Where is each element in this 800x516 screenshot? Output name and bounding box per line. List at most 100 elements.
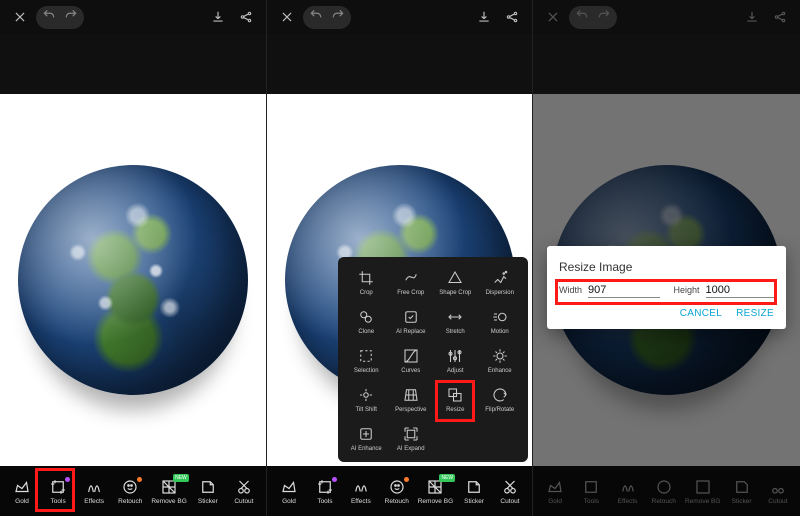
topbar xyxy=(533,0,800,34)
tool-label: Selection xyxy=(354,368,379,374)
tab-gold[interactable]: Gold xyxy=(7,478,37,505)
tool-label: Clone xyxy=(358,329,374,335)
tab-label: Cutout xyxy=(768,498,787,505)
panel-step3: Gold Tools Effects Retouch Remove BG Sti… xyxy=(532,0,800,516)
editor-canvas[interactable] xyxy=(0,94,266,466)
download-button[interactable] xyxy=(206,5,230,29)
undo-redo-group xyxy=(569,6,617,29)
tool-label: Enhance xyxy=(488,368,512,374)
tool-selection[interactable]: Selection xyxy=(344,343,389,378)
undo-icon[interactable] xyxy=(309,8,323,27)
tab-gold[interactable]: Gold xyxy=(274,478,304,505)
tool-label: AI Expand xyxy=(397,446,425,452)
tab-removebg[interactable]: NEWRemove BG xyxy=(418,478,453,505)
download-button xyxy=(740,5,764,29)
tab-label: Effects xyxy=(84,498,104,505)
tool-label: Curves xyxy=(401,368,420,374)
tool-adjust[interactable]: Adjust xyxy=(433,343,478,378)
dot-icon xyxy=(137,477,142,482)
cancel-button[interactable]: CANCEL xyxy=(680,308,722,319)
tab-label: Remove BG xyxy=(685,498,720,505)
tool-aiexpand[interactable]: AI Expand xyxy=(389,421,434,456)
tool-curves[interactable]: Curves xyxy=(389,343,434,378)
tab-removebg[interactable]: NEW Remove BG xyxy=(151,478,186,505)
undo-redo-group xyxy=(36,6,84,29)
tab-tools[interactable]: Tools xyxy=(310,478,340,505)
share-button[interactable] xyxy=(500,5,524,29)
download-button[interactable] xyxy=(472,5,496,29)
redo-icon[interactable] xyxy=(64,8,78,27)
tool-resize[interactable]: Resize xyxy=(433,382,478,417)
close-button[interactable] xyxy=(275,5,299,29)
tool-label: Motion xyxy=(491,329,509,335)
tool-label: Flip/Rotate xyxy=(485,407,514,413)
tool-perspective[interactable]: Perspective xyxy=(389,382,434,417)
tab-label: Effects xyxy=(351,498,371,505)
tab-sticker[interactable]: Sticker xyxy=(459,478,489,505)
tool-label: Tilt Shift xyxy=(356,407,377,413)
tab-label: Retouch xyxy=(385,498,409,505)
tool-freecrop[interactable]: Free Crop xyxy=(389,265,434,300)
undo-icon xyxy=(575,8,589,27)
tool-label: Dispersion xyxy=(486,290,514,296)
tab-label: Cutout xyxy=(234,498,253,505)
tab-removebg: Remove BG xyxy=(685,478,720,505)
tab-cutout[interactable]: Cutout xyxy=(495,478,525,505)
tool-tiltshift[interactable]: Tilt Shift xyxy=(344,382,389,417)
tool-motion[interactable]: Motion xyxy=(478,304,523,339)
tab-sticker[interactable]: Sticker xyxy=(193,478,223,505)
redo-icon[interactable] xyxy=(331,8,345,27)
tab-effects: Effects xyxy=(613,478,643,505)
resize-button[interactable]: RESIZE xyxy=(736,308,774,319)
tab-retouch[interactable]: Retouch xyxy=(115,478,145,505)
tool-label: AI Replace xyxy=(396,329,425,335)
tab-effects[interactable]: Effects xyxy=(79,478,109,505)
tab-label: Gold xyxy=(548,498,562,505)
share-button[interactable] xyxy=(234,5,258,29)
tool-dispersion[interactable]: Dispersion xyxy=(478,265,523,300)
tab-retouch[interactable]: Retouch xyxy=(382,478,412,505)
tab-label: Tools xyxy=(51,498,66,505)
close-button[interactable] xyxy=(541,5,565,29)
tab-cutout[interactable]: Cutout xyxy=(229,478,259,505)
tool-label: Shape Crop xyxy=(439,290,471,296)
earth-image xyxy=(18,165,248,395)
tool-aienhance[interactable]: AI Enhance xyxy=(344,421,389,456)
tab-label: Remove BG xyxy=(151,498,186,505)
undo-redo-group xyxy=(303,6,351,29)
bottom-toolbar: Gold Tools Effects Retouch NEW Remove BG… xyxy=(0,466,266,516)
tab-label: Sticker xyxy=(464,498,484,505)
height-field[interactable]: 1000 xyxy=(706,284,774,298)
dot-icon xyxy=(404,477,409,482)
tool-shapecrop[interactable]: Shape Crop xyxy=(433,265,478,300)
tool-clone[interactable]: Clone xyxy=(344,304,389,339)
new-badge: NEW xyxy=(173,474,189,482)
close-button[interactable] xyxy=(8,5,32,29)
new-badge: NEW xyxy=(439,474,455,482)
tab-label: Sticker xyxy=(198,498,218,505)
tool-label: Free Crop xyxy=(397,290,424,296)
tool-aireplace[interactable]: AI Replace xyxy=(389,304,434,339)
tab-sticker: Sticker xyxy=(727,478,757,505)
tool-stretch[interactable]: Stretch xyxy=(433,304,478,339)
tab-label: Retouch xyxy=(652,498,676,505)
tool-crop[interactable]: Crop xyxy=(344,265,389,300)
tab-label: Remove BG xyxy=(418,498,453,505)
dialog-fields: Width 907 Height 1000 xyxy=(559,284,774,298)
tool-label: Perspective xyxy=(395,407,426,413)
tool-label: Adjust xyxy=(447,368,464,374)
width-field[interactable]: 907 xyxy=(588,284,659,298)
bottom-toolbar: Gold Tools Effects Retouch Remove BG Sti… xyxy=(533,466,800,516)
dialog-title: Resize Image xyxy=(559,260,774,274)
tool-label: Resize xyxy=(446,407,464,413)
undo-icon[interactable] xyxy=(42,8,56,27)
tab-label: Tools xyxy=(317,498,332,505)
tab-label: Effects xyxy=(618,498,638,505)
tool-fliprotate[interactable]: Flip/Rotate xyxy=(478,382,523,417)
topbar xyxy=(0,0,266,34)
tab-effects[interactable]: Effects xyxy=(346,478,376,505)
panel-step1: Gold Tools Effects Retouch NEW Remove BG… xyxy=(0,0,266,516)
tab-tools[interactable]: Tools xyxy=(43,478,73,505)
dot-icon xyxy=(332,477,337,482)
tool-enhance[interactable]: Enhance xyxy=(478,343,523,378)
